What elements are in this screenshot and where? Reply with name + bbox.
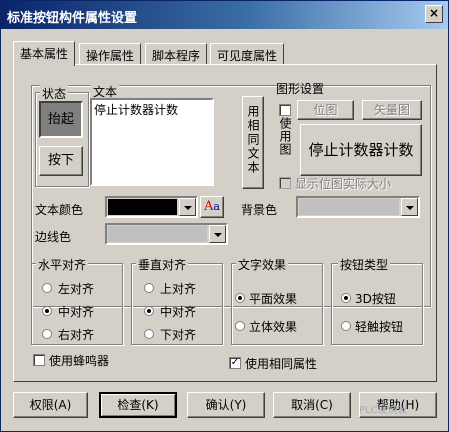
permission-button[interactable]: 权限(A) — [13, 392, 88, 418]
graphic-preview-button: 停止计数器计数 — [300, 124, 422, 176]
btntype-touch-label: 轻触按钮 — [355, 320, 404, 334]
chevron-down-icon[interactable] — [179, 198, 196, 216]
close-icon: × — [428, 6, 440, 20]
title-bar[interactable]: 标准按钮构件属性设置 × — [1, 1, 448, 29]
same-attr-checkbox[interactable]: ✓ — [229, 357, 241, 369]
checkmark-icon: ✓ — [230, 357, 240, 368]
valign-bottom-radio[interactable] — [144, 329, 154, 339]
border-color-combo[interactable] — [105, 223, 228, 245]
tab-operation[interactable]: 操作属性 — [79, 43, 142, 65]
tab-visibility[interactable]: 可见度属性 — [210, 43, 285, 65]
use-graphic-checkbox[interactable] — [279, 104, 291, 116]
close-button[interactable]: × — [425, 5, 443, 23]
halign-center-label: 中对齐 — [58, 305, 95, 319]
buzzer-label: 使用蜂鸣器 — [49, 354, 110, 368]
halign-left-radio[interactable] — [42, 283, 52, 293]
dialog-window: 标准按钮构件属性设置 × 基本属性 操作属性 脚本程序 可见度属性 状态 抬起 … — [0, 0, 449, 432]
valign-middle-label: 中对齐 — [160, 305, 197, 319]
same-attr-label: 使用相同属性 — [245, 357, 318, 371]
use-graphic-label: 使用图 — [278, 117, 292, 156]
border-color-swatch — [108, 226, 207, 242]
text-effect-group-label: 文字效果 — [236, 256, 289, 273]
text-color-combo[interactable] — [105, 196, 198, 218]
graphic-group-label: 图形设置 — [276, 82, 325, 96]
valign-top-radio[interactable] — [144, 283, 154, 293]
cancel-button[interactable]: 取消(C) — [273, 392, 351, 418]
valign-middle-radio[interactable] — [144, 306, 154, 316]
chevron-down-icon[interactable] — [401, 198, 418, 216]
tab-basic[interactable]: 基本属性 — [13, 41, 76, 66]
btntype-3d-label: 3D按钮 — [355, 292, 396, 306]
same-text-button-label: 用相同文本 — [246, 105, 260, 175]
state-up-button[interactable]: 抬起 — [39, 101, 83, 138]
halign-group-label: 水平对齐 — [36, 256, 89, 273]
bg-color-label: 背景色 — [241, 203, 278, 217]
tab-script[interactable]: 脚本程序 — [145, 43, 208, 65]
vector-button[interactable]: 矢量图 — [362, 100, 422, 120]
text-input-value: 停止计数器计数 — [94, 103, 179, 117]
border-color-label: 边线色 — [35, 230, 72, 244]
effect-flat-label: 平面效果 — [249, 292, 298, 306]
watermark: PLC发烧友 — [359, 405, 408, 416]
tab-panel-basic: 状态 抬起 按下 文本 停止计数器计数 用相同文本 图形设置 使用图 位图 矢量… — [13, 64, 437, 382]
effect-3d-label: 立体效果 — [249, 320, 298, 334]
state-down-button[interactable]: 按下 — [39, 146, 83, 176]
halign-left-label: 左对齐 — [58, 282, 95, 296]
show-actual-size-checkbox[interactable] — [279, 177, 291, 189]
valign-bottom-label: 下对齐 — [160, 328, 197, 342]
valign-group-label: 垂直对齐 — [136, 256, 189, 273]
btntype-3d-radio[interactable] — [341, 293, 351, 303]
bg-color-swatch — [299, 199, 399, 215]
halign-right-radio[interactable] — [42, 329, 52, 339]
chevron-down-icon[interactable] — [209, 225, 226, 243]
same-text-button[interactable]: 用相同文本 — [242, 96, 264, 189]
window-title: 标准按钮构件属性设置 — [7, 11, 138, 26]
show-actual-size-label: 显示位图实际大小 — [295, 177, 392, 191]
button-type-group-label: 按钮类型 — [338, 256, 391, 273]
text-color-swatch — [108, 199, 177, 215]
text-input-area[interactable]: 停止计数器计数 — [90, 98, 214, 186]
font-icon: Aa — [204, 199, 220, 214]
valign-top-label: 上对齐 — [160, 282, 197, 296]
bg-color-combo[interactable] — [296, 196, 420, 218]
font-button[interactable]: Aa — [200, 196, 224, 218]
halign-center-radio[interactable] — [42, 306, 52, 316]
text-color-label: 文本颜色 — [35, 203, 84, 217]
effect-3d-radio[interactable] — [235, 321, 245, 331]
effect-flat-radio[interactable] — [235, 293, 245, 303]
confirm-button[interactable]: 确认(Y) — [187, 392, 265, 418]
btntype-touch-radio[interactable] — [341, 321, 351, 331]
halign-right-label: 右对齐 — [58, 328, 95, 342]
state-group-label: 状态 — [40, 85, 69, 102]
buzzer-checkbox[interactable] — [33, 354, 45, 366]
bitmap-button[interactable]: 位图 — [297, 100, 354, 120]
check-button[interactable]: 检查(K) — [99, 392, 177, 418]
